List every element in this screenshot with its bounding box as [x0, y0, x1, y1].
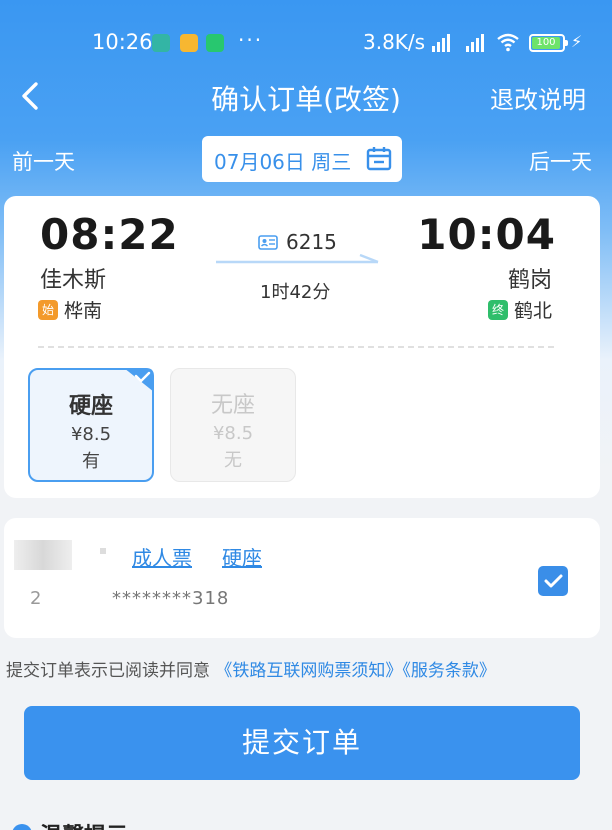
- direction-arrow-icon: [216, 254, 379, 264]
- departure-station: 始 桦南: [38, 296, 102, 323]
- phone-app-icon: [206, 34, 224, 52]
- arrival-station-name: 鹤北: [513, 300, 552, 322]
- departure-time: 08:22: [40, 210, 179, 259]
- charging-icon: ⚡: [571, 32, 583, 51]
- info-dot-icon: [12, 824, 32, 830]
- submit-order-button[interactable]: 提交订单: [24, 706, 580, 780]
- selected-check-icon: [124, 368, 154, 392]
- ticket-type-link[interactable]: 成人票: [132, 542, 192, 571]
- trip-duration: 1时42分: [260, 282, 331, 303]
- prev-day-button[interactable]: 前一天: [12, 146, 75, 176]
- map-app-icon: [152, 34, 170, 52]
- seat-availability: 无: [224, 450, 242, 471]
- signal-hd-icon: [432, 34, 450, 52]
- network-speed: 3.8K/s: [363, 30, 426, 54]
- date-picker[interactable]: 07月06日 周三: [202, 136, 402, 182]
- seat-option-hard-seat[interactable]: 硬座 ¥8.5 有: [28, 368, 154, 482]
- seat-name: 无座: [210, 393, 255, 418]
- seat-price: ¥8.5: [212, 423, 254, 444]
- divider: [38, 346, 554, 348]
- departure-city: 佳木斯: [40, 268, 107, 293]
- seat-type-link[interactable]: 硬座: [222, 542, 262, 571]
- refund-rules-link[interactable]: 退改说明: [490, 80, 586, 115]
- wifi-icon: [497, 33, 519, 52]
- battery-icon: 100: [529, 34, 568, 52]
- nav-bar: 确认订单(改签) 退改说明: [0, 74, 612, 118]
- end-station-tag: 终: [487, 299, 508, 320]
- train-info-card: 08:22 10:04 佳木斯 鹤岗 始 桦南 终 鹤北 6215 1时42分 …: [4, 196, 600, 498]
- passenger-card: 成人票 硬座 2 ********318: [4, 518, 600, 638]
- arrival-station: 终 鹤北: [487, 296, 552, 323]
- masked-fragment: [100, 548, 106, 554]
- id-prefix: 2: [30, 588, 42, 609]
- seat-availability: 有: [82, 451, 100, 472]
- service-terms-link[interactable]: 《服务条款》: [402, 661, 496, 681]
- id-card-icon: [258, 234, 278, 250]
- train-number-text: 6215: [286, 230, 337, 254]
- seat-option-no-seat[interactable]: 无座 ¥8.5 无: [170, 368, 296, 482]
- calendar-icon: [366, 147, 392, 171]
- status-bar: 10:26 ··· 3.8K/s 100 ⚡: [0, 28, 612, 62]
- selected-date: 07月06日 周三: [214, 150, 352, 174]
- purchase-notice-link[interactable]: 《铁路互联网购票须知》: [215, 661, 402, 681]
- id-number: ********318: [112, 588, 230, 609]
- status-time: 10:26: [92, 30, 153, 54]
- tips-section: 温馨提示: [12, 818, 128, 830]
- start-station-tag: 始: [38, 299, 58, 320]
- agreement-prefix: 提交订单表示已阅读并同意: [6, 661, 210, 681]
- agreement-text: 提交订单表示已阅读并同意 《铁路互联网购票须知》《服务条款》: [6, 656, 496, 681]
- departure-station-name: 桦南: [64, 300, 103, 322]
- seat-price: ¥8.5: [70, 424, 112, 445]
- passenger-name-masked: [14, 540, 72, 570]
- next-day-button[interactable]: 后一天: [529, 146, 592, 176]
- battery-level: 100: [532, 37, 560, 49]
- arrival-time: 10:04: [417, 210, 556, 259]
- arrival-city: 鹤岗: [507, 268, 552, 293]
- tips-title: 温馨提示: [40, 818, 128, 830]
- passenger-checkbox[interactable]: [538, 566, 568, 596]
- message-app-icon: [180, 34, 198, 52]
- seat-name: 硬座: [68, 394, 113, 419]
- signal-icon: [466, 34, 484, 52]
- more-notifications-icon: ···: [238, 28, 264, 52]
- train-number[interactable]: 6215: [258, 230, 337, 254]
